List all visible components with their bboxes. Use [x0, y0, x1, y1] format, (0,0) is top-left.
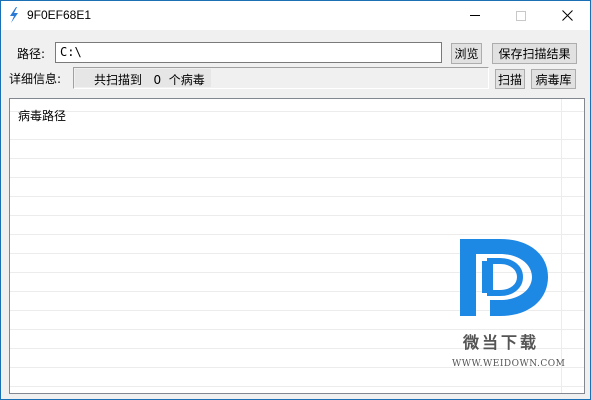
status-text: 共扫描到 0 个病毒: [94, 73, 205, 87]
watermark-title: 微当下载: [463, 333, 540, 352]
virus-database-button[interactable]: 病毒库: [531, 69, 576, 89]
virus-path-list[interactable]: 病毒路径 微当下载 WWW.WEIDOWN.COM: [9, 98, 585, 394]
weidown-logo-icon: [460, 239, 548, 316]
maximize-icon: [516, 10, 526, 21]
main-window: 9F0EF68E1 路径: C:\ 浏览 保存扫描结果 详细信息: 共扫描到 0…: [0, 0, 591, 400]
close-button[interactable]: [544, 1, 590, 30]
maximize-button[interactable]: [498, 1, 544, 30]
path-label: 路径:: [17, 47, 46, 61]
detail-label: 详细信息:: [9, 72, 62, 86]
lightning-bolt-icon: [10, 7, 18, 23]
path-input[interactable]: C:\: [55, 42, 442, 63]
list-header: 病毒路径: [18, 109, 67, 123]
watermark-url: WWW.WEIDOWN.COM: [452, 359, 566, 369]
status-bar: 共扫描到 0 个病毒: [73, 67, 489, 89]
scan-button[interactable]: 扫描: [495, 69, 525, 89]
window-title: 9F0EF68E1: [27, 8, 92, 22]
minimize-button[interactable]: [452, 1, 498, 30]
watermark: 微当下载 WWW.WEIDOWN.COM: [452, 234, 566, 374]
close-icon: [561, 10, 573, 21]
browse-button[interactable]: 浏览: [451, 43, 482, 64]
save-results-button[interactable]: 保存扫描结果: [492, 43, 577, 64]
minimize-icon: [470, 15, 480, 16]
title-bar[interactable]: 9F0EF68E1: [1, 1, 590, 30]
